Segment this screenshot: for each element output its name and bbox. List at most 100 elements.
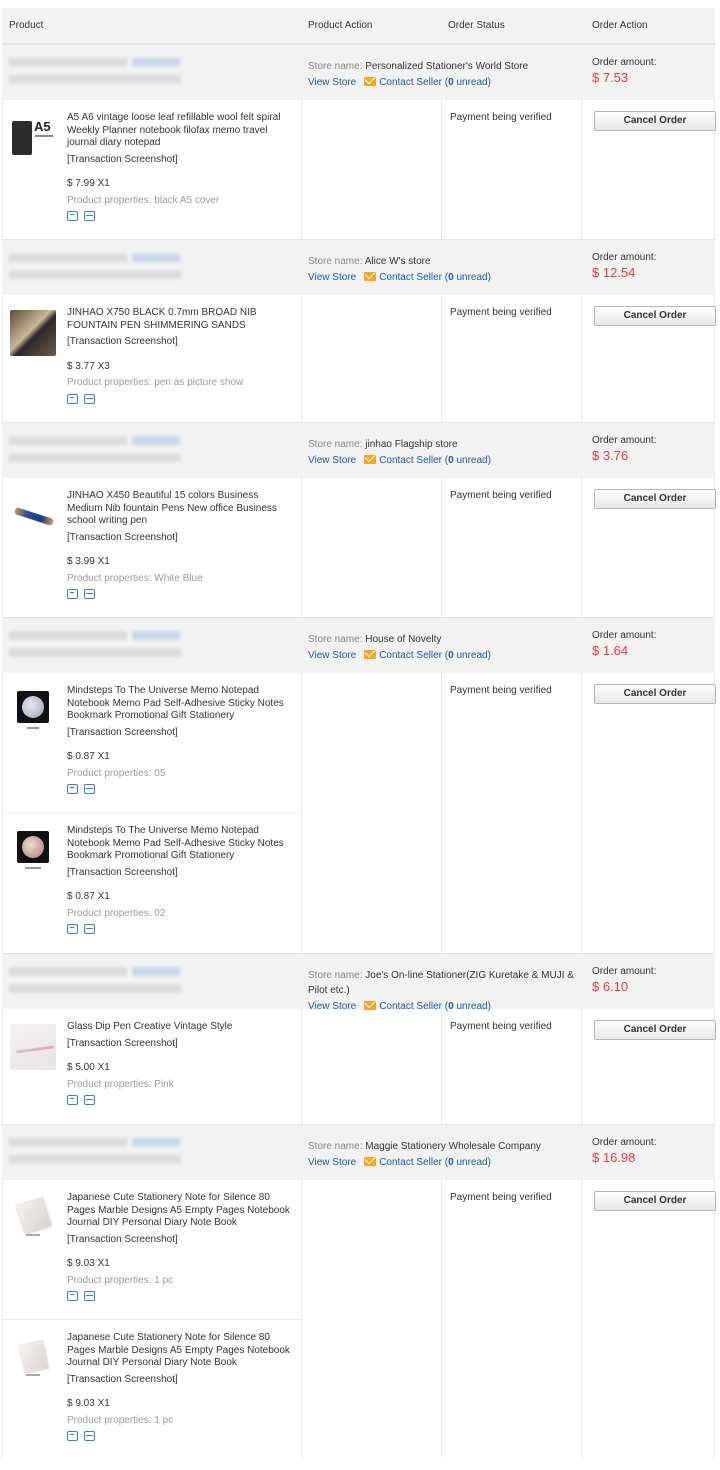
product-title[interactable]: Glass Dip Pen Creative Vintage Style [67, 1021, 295, 1034]
contact-seller-link[interactable]: Contact Seller (0 unread) [379, 77, 491, 88]
unread-close: unread) [453, 455, 491, 466]
product-thumbnail[interactable] [10, 828, 56, 874]
view-store-link[interactable]: View Store [308, 650, 356, 661]
transaction-screenshot-link[interactable]: [Transaction Screenshot] [67, 1038, 295, 1051]
product-thumbnail[interactable] [10, 688, 56, 734]
contact-seller-link[interactable]: Contact Seller (0 unread) [379, 650, 491, 661]
transaction-screenshot-link[interactable]: [Transaction Screenshot] [67, 727, 295, 740]
product-title[interactable]: A5 A6 vintage loose leaf refillable wool… [67, 112, 295, 150]
order-block: Store name: House of Novelty View Store Co… [2, 617, 716, 953]
order-block: Store name: Alice W's store View Store Con… [2, 239, 716, 422]
column-divider [441, 295, 442, 422]
header-order-status: Order Status [448, 20, 505, 31]
cancel-order-button[interactable]: Cancel Order [594, 684, 716, 704]
store-name: Personalized Stationer's World Store [365, 61, 529, 72]
payment-icon[interactable] [84, 1095, 95, 1105]
product-thumbnail[interactable] [10, 310, 56, 356]
product-thumbnail[interactable] [10, 1335, 56, 1381]
service-icons [67, 1095, 295, 1107]
payment-icon[interactable] [84, 924, 95, 934]
shipping-icon[interactable] [67, 1431, 78, 1441]
product-properties: Product properties: 02 [67, 908, 295, 921]
product-thumbnail[interactable]: A5 [10, 115, 56, 161]
order-header: Store name: Maggie Stationery Wholesale … [2, 1124, 715, 1180]
product-properties-value: 02 [154, 907, 166, 919]
payment-icon[interactable] [84, 1291, 95, 1301]
view-store-link[interactable]: View Store [308, 1157, 356, 1168]
shipping-icon[interactable] [67, 589, 78, 599]
view-store-link[interactable]: View Store [308, 272, 356, 283]
order-amount-value: $ 12.54 [592, 265, 636, 280]
product-properties-value: black A5 cover [154, 194, 220, 206]
payment-icon[interactable] [84, 211, 95, 221]
unread-close: unread) [453, 1157, 491, 1168]
transaction-screenshot-link[interactable]: [Transaction Screenshot] [67, 1374, 295, 1387]
product-info: JINHAO X450 Beautiful 15 colors Business… [67, 490, 295, 601]
product-title[interactable]: Mindsteps To The Universe Memo Notepad N… [67, 825, 295, 863]
orders-table: Product Product Action Order Status Orde… [2, 8, 716, 1460]
redacted-order-id [9, 253, 127, 262]
product-properties: Product properties: black A5 cover [67, 195, 295, 208]
product-title[interactable]: Mindsteps To The Universe Memo Notepad N… [67, 685, 295, 723]
product-thumbnail[interactable] [10, 1024, 56, 1070]
transaction-screenshot-link[interactable]: [Transaction Screenshot] [67, 1234, 295, 1247]
product-info: Japanese Cute Stationery Note for Silenc… [67, 1192, 295, 1303]
payment-icon[interactable] [84, 589, 95, 599]
redacted-order-id [9, 436, 127, 445]
product-properties-value: 05 [154, 767, 166, 779]
column-divider [301, 100, 302, 239]
product-title[interactable]: JINHAO X450 Beautiful 15 colors Business… [67, 490, 295, 528]
redacted-order-date [9, 75, 181, 84]
view-store-link[interactable]: View Store [308, 455, 356, 466]
product-properties-label: Product properties: [67, 907, 152, 919]
shipping-icon[interactable] [67, 924, 78, 934]
view-store-link[interactable]: View Store [308, 77, 356, 88]
contact-seller-link[interactable]: Contact Seller (0 unread) [379, 455, 491, 466]
product-properties-label: Product properties: [67, 767, 152, 779]
order-item: Mindsteps To The Universe Memo Notepad N… [3, 673, 301, 813]
column-divider [441, 1180, 442, 1460]
order-amount: Order amount: $ 16.98 [592, 1137, 656, 1165]
product-properties: Product properties: pen as picture show [67, 377, 295, 390]
store-name-label: Store name: [308, 61, 363, 72]
redacted-order-id [9, 967, 127, 976]
product-title[interactable]: JINHAO X750 BLACK 0.7mm BROAD NIB FOUNTA… [67, 307, 295, 332]
shipping-icon[interactable] [67, 1095, 78, 1105]
product-price: $ 3.99 X1 [67, 556, 110, 567]
cancel-order-button[interactable]: Cancel Order [594, 1020, 716, 1040]
product-properties-value: White Blue [154, 572, 203, 584]
shipping-icon[interactable] [67, 393, 78, 404]
product-properties: Product properties: 05 [67, 768, 295, 781]
transaction-screenshot-link[interactable]: [Transaction Screenshot] [67, 154, 295, 167]
product-thumbnail[interactable] [10, 1195, 56, 1241]
contact-seller-link[interactable]: Contact Seller (0 unread) [379, 272, 491, 283]
order-amount-label: Order amount: [592, 1137, 657, 1148]
transaction-screenshot-link[interactable]: [Transaction Screenshot] [67, 336, 295, 349]
store-name-label: Store name: [308, 1141, 363, 1152]
cancel-order-button[interactable]: Cancel Order [594, 306, 716, 326]
product-properties-label: Product properties: [67, 377, 152, 388]
service-icons [67, 1291, 295, 1303]
column-divider [581, 295, 582, 422]
unread-close: unread) [453, 272, 491, 283]
transaction-screenshot-link[interactable]: [Transaction Screenshot] [67, 532, 295, 545]
payment-icon[interactable] [84, 784, 95, 794]
shipping-icon[interactable] [67, 211, 78, 221]
cancel-order-button[interactable]: Cancel Order [594, 1191, 716, 1211]
product-thumbnail[interactable] [10, 493, 56, 539]
order-amount: Order amount: $ 6.10 [592, 966, 656, 994]
order-item: JINHAO X750 BLACK 0.7mm BROAD NIB FOUNTA… [3, 295, 301, 422]
cancel-order-button[interactable]: Cancel Order [594, 111, 716, 131]
order-status: Payment being verified [450, 1192, 552, 1203]
product-title[interactable]: Japanese Cute Stationery Note for Silenc… [67, 1332, 295, 1370]
order-item: Japanese Cute Stationery Note for Silenc… [3, 1180, 301, 1320]
payment-icon[interactable] [84, 393, 95, 404]
order-header: Store name: jinhao Flagship store View St… [2, 422, 715, 478]
cancel-order-button[interactable]: Cancel Order [594, 489, 716, 509]
contact-seller-link[interactable]: Contact Seller (0 unread) [379, 1157, 491, 1168]
transaction-screenshot-link[interactable]: [Transaction Screenshot] [67, 867, 295, 880]
product-title[interactable]: Japanese Cute Stationery Note for Silenc… [67, 1192, 295, 1230]
shipping-icon[interactable] [67, 784, 78, 794]
shipping-icon[interactable] [67, 1291, 78, 1301]
payment-icon[interactable] [84, 1431, 95, 1441]
